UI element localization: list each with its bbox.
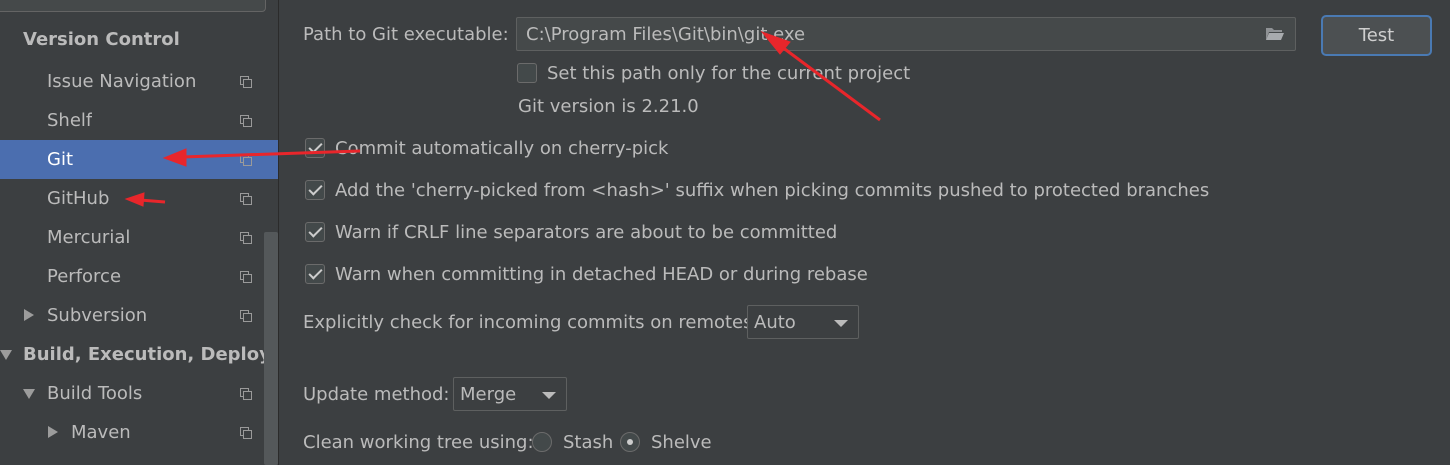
sidebar-item-subversion[interactable]: Subversion (0, 296, 278, 335)
sidebar-item-maven[interactable]: Maven (0, 413, 278, 452)
collapse-arrow-icon[interactable] (23, 389, 35, 399)
copy-settings-icon (240, 231, 252, 244)
sidebar-item-label: Version Control (23, 29, 180, 50)
sidebar-scrollbar[interactable] (264, 232, 278, 465)
copy-settings-icon (240, 192, 252, 205)
sidebar-item-label: Mercurial (47, 227, 131, 248)
expand-arrow-icon[interactable] (48, 426, 58, 438)
cherry-picked-suffix-checkbox[interactable] (305, 180, 325, 200)
incoming-commits-value: Auto (754, 311, 796, 333)
sidebar-item-label: Shelf (47, 110, 93, 131)
incoming-commits-dropdown[interactable]: Auto (747, 305, 859, 339)
copy-settings-icon (240, 387, 252, 400)
settings-sidebar: Version Control Issue Navigation Shelf G… (0, 0, 278, 465)
expand-arrow-icon[interactable] (24, 309, 34, 321)
warn-crlf-label: Warn if CRLF line separators are about t… (335, 222, 838, 243)
sidebar-item-label: GitHub (47, 188, 110, 209)
sidebar-item-label: Build, Execution, Deploym (23, 344, 278, 365)
settings-search-input[interactable] (0, 0, 266, 12)
shelve-radio-label: Shelve (651, 432, 712, 453)
cherry-pick-auto-commit-checkbox[interactable] (305, 138, 325, 158)
copy-settings-icon (240, 426, 252, 439)
update-method-dropdown[interactable]: Merge (453, 377, 567, 411)
incoming-commits-label: Explicitly check for incoming commits on… (303, 312, 759, 333)
clean-working-tree-label: Clean working tree using: (303, 432, 534, 453)
cherry-pick-auto-commit-label: Commit automatically on cherry-pick (335, 138, 669, 159)
git-path-input[interactable]: C:\Program Files\Git\bin\git.exe (516, 17, 1296, 51)
update-method-value: Merge (460, 383, 517, 405)
sidebar-item-github[interactable]: GitHub (0, 179, 278, 218)
panel-splitter[interactable] (278, 0, 279, 465)
sidebar-item-shelf[interactable]: Shelf (0, 101, 278, 140)
copy-settings-icon (240, 75, 252, 88)
sidebar-item-issue-navigation[interactable]: Issue Navigation (0, 62, 278, 101)
sidebar-item-label: Git (47, 149, 74, 170)
sidebar-item-build-execution-deployment[interactable]: Build, Execution, Deploym (0, 335, 278, 374)
warn-crlf-checkbox[interactable] (305, 222, 325, 242)
sidebar-item-version-control[interactable]: Version Control (0, 20, 278, 59)
folder-open-icon[interactable] (1265, 27, 1285, 41)
copy-settings-icon (240, 153, 252, 166)
stash-radio[interactable] (532, 432, 552, 452)
collapse-arrow-icon[interactable] (0, 350, 12, 360)
shelve-radio[interactable] (620, 432, 640, 452)
test-button[interactable]: Test (1321, 15, 1432, 56)
sidebar-item-label: Subversion (47, 305, 148, 326)
current-project-only-checkbox[interactable] (517, 63, 537, 83)
update-method-label: Update method: (303, 384, 450, 405)
warn-detached-head-label: Warn when committing in detached HEAD or… (335, 264, 868, 285)
chevron-down-icon (542, 392, 556, 399)
sidebar-item-mercurial[interactable]: Mercurial (0, 218, 278, 257)
sidebar-item-build-tools[interactable]: Build Tools (0, 374, 278, 413)
copy-settings-icon (240, 270, 252, 283)
copy-settings-icon (240, 309, 252, 322)
copy-settings-icon (240, 114, 252, 127)
git-path-label: Path to Git executable: (303, 24, 509, 45)
current-project-only-label: Set this path only for the current proje… (547, 63, 911, 84)
sidebar-item-label: Perforce (47, 266, 122, 287)
warn-detached-head-checkbox[interactable] (305, 264, 325, 284)
stash-radio-label: Stash (563, 432, 614, 453)
sidebar-item-label: Build Tools (47, 383, 143, 404)
git-version-text: Git version is 2.21.0 (518, 96, 699, 117)
chevron-down-icon (834, 320, 848, 327)
sidebar-item-perforce[interactable]: Perforce (0, 257, 278, 296)
sidebar-item-git[interactable]: Git (0, 140, 278, 179)
sidebar-item-label: Issue Navigation (47, 71, 197, 92)
sidebar-item-label: Maven (71, 422, 131, 443)
cherry-picked-suffix-label: Add the 'cherry-picked from <hash>' suff… (335, 180, 1210, 201)
git-path-value: C:\Program Files\Git\bin\git.exe (526, 23, 806, 45)
